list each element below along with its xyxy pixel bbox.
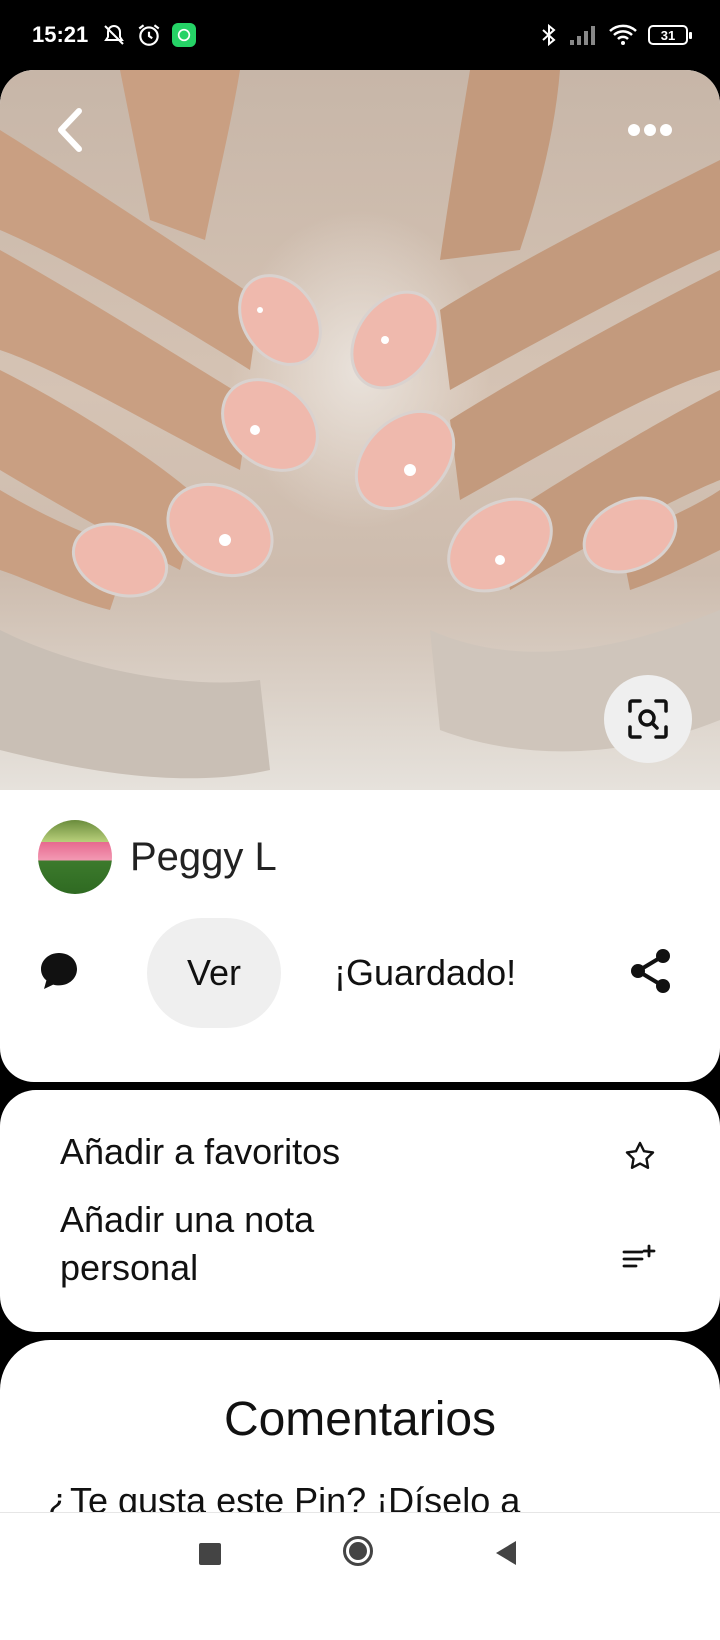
- saved-status[interactable]: ¡Guardado!: [334, 952, 516, 994]
- whatsapp-icon: [172, 23, 197, 47]
- pin-image[interactable]: [0, 70, 720, 790]
- author-row[interactable]: Peggy L: [38, 820, 277, 894]
- recent-apps-icon[interactable]: [199, 1543, 221, 1565]
- comment-bubble-icon: [41, 953, 77, 989]
- lens-search-icon: [628, 699, 668, 739]
- system-nav-bar: [0, 1512, 720, 1601]
- star-icon[interactable]: [624, 1140, 656, 1172]
- pin-card: Peggy L Ver ¡Guardado!: [0, 70, 720, 1082]
- share-icon: [631, 949, 670, 993]
- visual-search-button[interactable]: [604, 675, 692, 763]
- author-name[interactable]: Peggy L: [130, 835, 277, 880]
- chevron-left-icon: [58, 108, 82, 152]
- avatar[interactable]: [38, 820, 112, 894]
- pin-actions: Ver ¡Guardado!: [0, 918, 720, 1028]
- share-button[interactable]: [628, 948, 674, 994]
- signal-icon: [570, 26, 595, 45]
- add-to-favorites-option[interactable]: Añadir a favoritos: [60, 1128, 340, 1176]
- back-button[interactable]: [40, 100, 100, 160]
- back-triangle-icon[interactable]: [496, 1541, 516, 1565]
- add-personal-note-option[interactable]: Añadir una nota personal: [60, 1196, 420, 1292]
- alarm-icon: [138, 24, 160, 46]
- options-card: Añadir a favoritos Añadir una nota perso…: [0, 1090, 720, 1332]
- comment-button[interactable]: [36, 948, 82, 994]
- notifications-off-icon: [104, 24, 125, 45]
- add-note-icon[interactable]: [622, 1242, 656, 1272]
- nail-art-photo: [0, 70, 720, 779]
- home-icon[interactable]: [343, 1536, 373, 1566]
- comments-title: Comentarios: [223, 1393, 497, 1446]
- more-icon: [628, 124, 672, 136]
- more-options-button[interactable]: [620, 108, 680, 152]
- battery-icon: 31: [648, 25, 692, 45]
- bluetooth-icon: [542, 23, 556, 47]
- view-button[interactable]: Ver: [147, 918, 281, 1028]
- status-time: 15:21: [32, 22, 89, 47]
- status-bar: 15:21 31: [0, 0, 720, 70]
- wifi-icon: [609, 24, 637, 45]
